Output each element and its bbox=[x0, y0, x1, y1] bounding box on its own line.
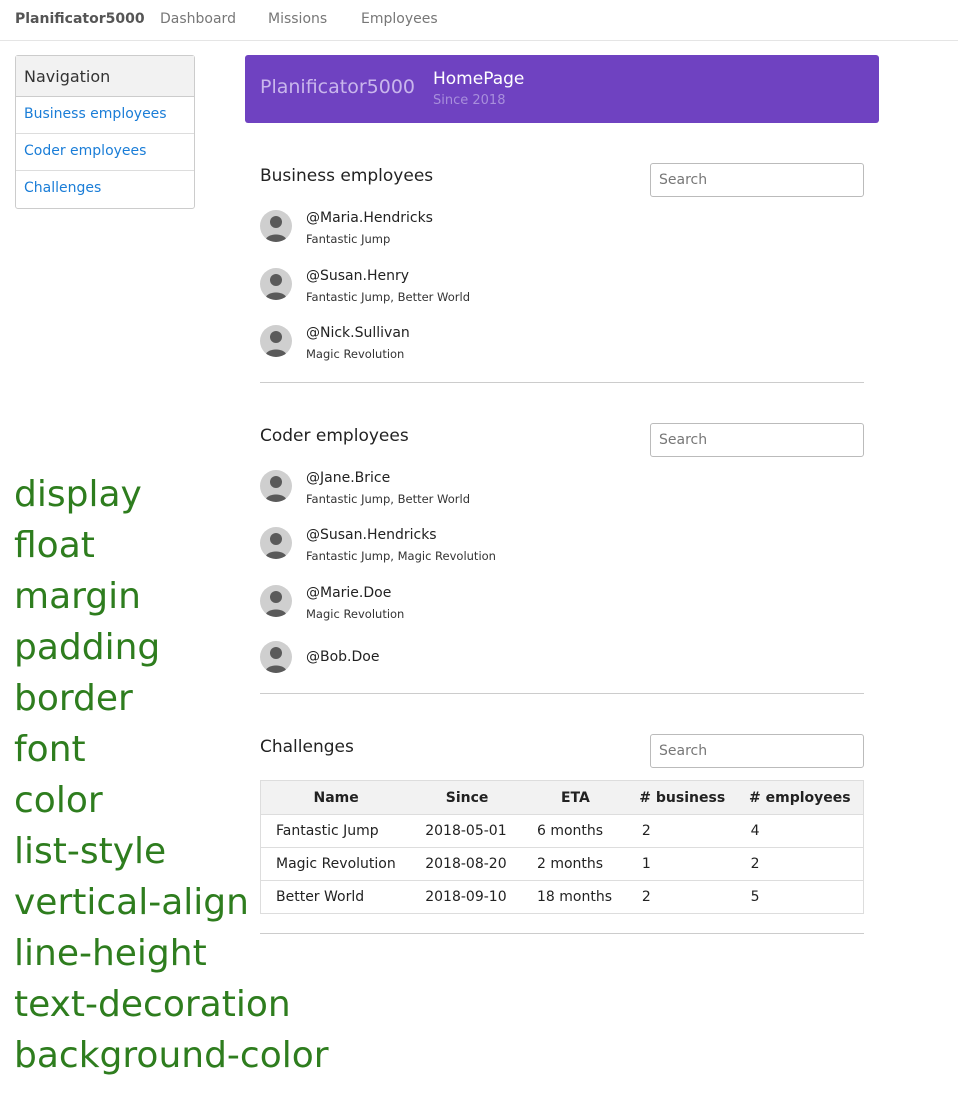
list-item: @Marie.Doe Magic Revolution bbox=[260, 585, 660, 625]
cell-since: 2018-09-10 bbox=[411, 880, 523, 914]
nav-link-dashboard[interactable]: Dashboard bbox=[160, 11, 236, 27]
cell-eta: 2 months bbox=[522, 847, 628, 881]
challenges-section-title: Challenges bbox=[260, 737, 354, 757]
nav-link-employees[interactable]: Employees bbox=[361, 11, 438, 27]
user-icon bbox=[265, 216, 287, 242]
avatar bbox=[260, 268, 292, 300]
cell-since: 2018-08-20 bbox=[411, 847, 523, 881]
list-item: @Jane.Brice Fantastic Jump, Better World bbox=[260, 470, 660, 510]
table-row[interactable]: Fantastic Jump 2018-05-01 6 months 2 4 bbox=[260, 814, 864, 848]
list-item: @Nick.Sullivan Magic Revolution bbox=[260, 325, 660, 365]
challenges-search-input[interactable] bbox=[650, 734, 864, 768]
cell-employees: 2 bbox=[736, 847, 864, 881]
css-word-vertical-align: vertical-align bbox=[14, 882, 249, 923]
employee-challenges: Fantastic Jump bbox=[306, 232, 391, 246]
avatar bbox=[260, 641, 292, 673]
sidebar-item-coder-employees[interactable]: Coder employees bbox=[16, 134, 194, 171]
column-header-employees[interactable]: # employees bbox=[736, 780, 864, 815]
user-icon bbox=[265, 647, 287, 673]
section-divider bbox=[260, 382, 864, 383]
coders-section-title: Coder employees bbox=[260, 426, 409, 446]
employee-challenges: Fantastic Jump, Magic Revolution bbox=[306, 549, 496, 563]
employee-challenges: Fantastic Jump, Better World bbox=[306, 492, 471, 506]
cell-name: Magic Revolution bbox=[260, 847, 412, 881]
list-item: @Susan.Henry Fantastic Jump, Better Worl… bbox=[260, 268, 660, 308]
table-row[interactable]: Better World 2018-09-10 18 months 2 5 bbox=[260, 880, 864, 914]
coders-search-input[interactable] bbox=[650, 423, 864, 457]
nav-link-missions[interactable]: Missions bbox=[268, 11, 327, 27]
cell-eta: 6 months bbox=[522, 814, 628, 848]
employee-challenges: Magic Revolution bbox=[306, 347, 405, 361]
employee-name[interactable]: @Maria.Hendricks bbox=[306, 210, 433, 226]
avatar bbox=[260, 210, 292, 242]
business-search-input[interactable] bbox=[650, 163, 864, 197]
challenges-table: Name Since ETA # business # employees Fa… bbox=[260, 780, 864, 914]
cell-business: 1 bbox=[627, 847, 737, 881]
avatar bbox=[260, 585, 292, 617]
css-word-text-decoration: text-decoration bbox=[14, 984, 291, 1025]
column-header-name[interactable]: Name bbox=[260, 780, 412, 815]
css-word-display: display bbox=[14, 474, 142, 515]
user-icon bbox=[265, 274, 287, 300]
employee-name[interactable]: @Nick.Sullivan bbox=[306, 325, 410, 341]
list-item: @Bob.Doe bbox=[260, 641, 660, 681]
top-navbar: Planificator5000 Dashboard Missions Empl… bbox=[0, 0, 958, 41]
css-word-float: float bbox=[14, 525, 95, 566]
column-header-since[interactable]: Since bbox=[411, 780, 523, 815]
cell-employees: 4 bbox=[736, 814, 864, 848]
employee-name[interactable]: @Susan.Hendricks bbox=[306, 527, 437, 543]
banner-brand: Planificator5000 bbox=[260, 76, 415, 98]
css-word-border: border bbox=[14, 678, 133, 719]
section-divider bbox=[260, 933, 864, 934]
css-word-line-height: line-height bbox=[14, 933, 207, 974]
cell-since: 2018-05-01 bbox=[411, 814, 523, 848]
user-icon bbox=[265, 476, 287, 502]
column-header-business[interactable]: # business bbox=[627, 780, 737, 815]
cell-eta: 18 months bbox=[522, 880, 628, 914]
business-section-title: Business employees bbox=[260, 166, 434, 186]
avatar bbox=[260, 470, 292, 502]
css-word-margin: margin bbox=[14, 576, 141, 617]
list-item: @Maria.Hendricks Fantastic Jump bbox=[260, 210, 660, 250]
user-icon bbox=[265, 331, 287, 357]
sidebar-heading: Navigation bbox=[16, 56, 194, 97]
employee-name[interactable]: @Marie.Doe bbox=[306, 585, 391, 601]
cell-name: Fantastic Jump bbox=[260, 814, 412, 848]
user-icon bbox=[265, 591, 287, 617]
css-word-color: color bbox=[14, 780, 103, 821]
cell-employees: 5 bbox=[736, 880, 864, 914]
sidebar-item-business-employees[interactable]: Business employees bbox=[16, 97, 194, 134]
sidebar-item-challenges[interactable]: Challenges bbox=[16, 171, 194, 208]
css-word-background-color: background-color bbox=[14, 1035, 329, 1076]
css-word-padding: padding bbox=[14, 627, 161, 668]
page-title: HomePage bbox=[433, 69, 525, 89]
user-icon bbox=[265, 533, 287, 559]
page-subtitle: Since 2018 bbox=[433, 93, 506, 108]
cell-business: 2 bbox=[627, 880, 737, 914]
sidebar-navigation: Navigation Business employees Coder empl… bbox=[15, 55, 195, 209]
table-row[interactable]: Magic Revolution 2018-08-20 2 months 1 2 bbox=[260, 847, 864, 881]
navbar-brand[interactable]: Planificator5000 bbox=[15, 11, 145, 27]
css-word-font: font bbox=[14, 729, 86, 770]
employee-name[interactable]: @Jane.Brice bbox=[306, 470, 390, 486]
avatar bbox=[260, 325, 292, 357]
employee-name[interactable]: @Bob.Doe bbox=[306, 649, 379, 665]
css-word-list-style: list-style bbox=[14, 831, 167, 872]
column-header-eta[interactable]: ETA bbox=[522, 780, 628, 815]
cell-name: Better World bbox=[260, 880, 412, 914]
cell-business: 2 bbox=[627, 814, 737, 848]
avatar bbox=[260, 527, 292, 559]
section-divider bbox=[260, 693, 864, 694]
employee-name[interactable]: @Susan.Henry bbox=[306, 268, 409, 284]
table-header-row: Name Since ETA # business # employees bbox=[260, 780, 864, 815]
employee-challenges: Fantastic Jump, Better World bbox=[306, 290, 471, 304]
header-banner: Planificator5000 HomePage Since 2018 bbox=[245, 55, 879, 123]
list-item: @Susan.Hendricks Fantastic Jump, Magic R… bbox=[260, 527, 660, 567]
employee-challenges: Magic Revolution bbox=[306, 607, 405, 621]
